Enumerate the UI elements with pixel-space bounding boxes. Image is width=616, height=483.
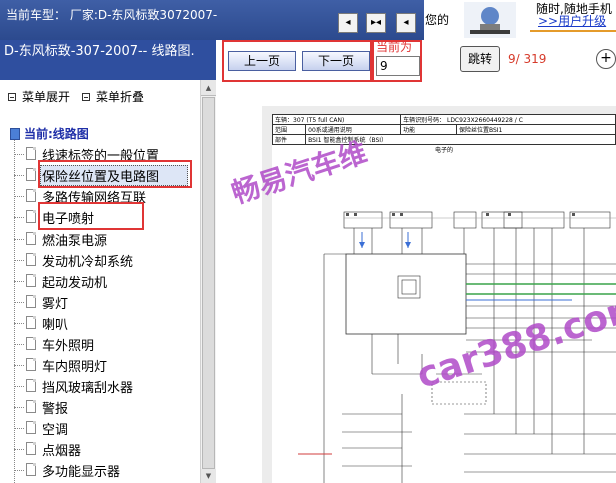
tree-connector — [14, 260, 24, 261]
collapse-label: 菜单折叠 — [96, 90, 145, 104]
nav-center-icon[interactable]: ▸◂ — [366, 13, 386, 33]
jump-button[interactable]: 跳转 — [460, 46, 500, 72]
tree-connector — [14, 470, 24, 471]
tree-item-label: 燃油泵电源 — [42, 234, 108, 249]
ad-divider — [530, 30, 616, 32]
tree-connector — [14, 196, 24, 197]
tree-connector — [14, 154, 24, 155]
tree-item[interactable]: 空调 — [14, 418, 200, 438]
tree-item[interactable]: 车外照明 — [14, 334, 200, 354]
document-icon — [26, 295, 36, 308]
document-icon — [26, 400, 36, 413]
tree-connector — [14, 386, 24, 387]
highlight-box-fuse — [38, 160, 192, 188]
tree-connector — [14, 449, 24, 450]
zoom-in-button[interactable]: + — [596, 49, 616, 69]
tree-item-label: 发动机冷却系统 — [42, 255, 134, 270]
tree-item[interactable]: 多功能显示器 — [14, 460, 200, 480]
document-icon — [26, 379, 36, 392]
scroll-up-arrow-icon[interactable]: ▲ — [201, 80, 216, 96]
collapse-menu-button[interactable]: 菜单折叠 — [82, 88, 144, 105]
nav-prev-icon[interactable]: ◂ — [338, 13, 358, 33]
tree-connector — [14, 217, 24, 218]
tree-connector — [14, 323, 24, 324]
current-car-label: 当前车型： 厂家:D-东风标致3072007- — [6, 8, 218, 22]
scroll-thumb[interactable] — [202, 97, 215, 469]
ad-banner: 您的 随时,随地手机 >>用户升级 — [424, 0, 616, 40]
expand-menu-button[interactable]: 菜单展开 — [8, 88, 70, 105]
tree-item[interactable]: 雾灯 — [14, 292, 200, 312]
document-icon — [26, 232, 36, 245]
tree-connector — [14, 344, 24, 345]
document-icon — [26, 358, 36, 371]
tree-item-label: 车外照明 — [42, 339, 95, 354]
tree-scrollbar[interactable]: ▲ ▼ — [200, 80, 216, 483]
tree-connector — [14, 239, 24, 240]
tree-root-label: 当前:线路图 — [24, 127, 89, 141]
tree-item-label: 挡风玻璃刮水器 — [42, 381, 134, 396]
tree-item-label: 起动发动机 — [42, 276, 108, 291]
tree-item[interactable]: 车内照明灯 — [14, 355, 200, 375]
menu-controls: 菜单展开 菜单折叠 — [0, 80, 200, 110]
highlight-box-injection — [38, 202, 144, 230]
tree-connector — [14, 365, 24, 366]
document-icon — [26, 147, 36, 160]
tree-connector — [14, 302, 24, 303]
tree-item-label: 点烟器 — [42, 444, 82, 459]
tree-item-label: 空调 — [42, 423, 69, 438]
document-icon — [26, 442, 36, 455]
document-icon — [26, 316, 36, 329]
nav-highlight-box: 上一页 下一页 — [222, 40, 372, 82]
tree-item[interactable]: 发动机冷却系统 — [14, 250, 200, 270]
tree-item[interactable]: 点烟器 — [14, 439, 200, 459]
document-icon — [26, 189, 36, 202]
scroll-down-arrow-icon[interactable]: ▼ — [201, 469, 216, 483]
ad-text-left: 您的 — [425, 13, 450, 27]
collapse-icon — [82, 93, 90, 101]
tree-item-label: 警报 — [42, 402, 69, 417]
tree-item[interactable]: 挡风玻璃刮水器 — [14, 376, 200, 396]
tree-item[interactable]: 起动发动机 — [14, 271, 200, 291]
document-icon — [26, 421, 36, 434]
tree-item-label: 喇叭 — [42, 318, 69, 333]
document-icon — [26, 168, 36, 181]
tree-item[interactable]: 喇叭 — [14, 313, 200, 333]
document-icon — [26, 337, 36, 350]
tree-item-label: 车内照明灯 — [42, 360, 108, 375]
tree-root[interactable]: 当前:线路图 — [10, 125, 89, 142]
page-count: 9/ 319 — [508, 52, 547, 66]
tree-item-label: 多功能显示器 — [42, 465, 121, 480]
upgrade-link[interactable]: >>用户升级 — [538, 12, 606, 29]
expand-icon — [8, 93, 16, 101]
tree-item[interactable]: 燃油泵电源 — [14, 229, 200, 249]
tree-connector — [14, 428, 24, 429]
left-panel-header: D-东风标致-307-2007-- 线路图. — [0, 40, 216, 80]
tree-connector — [14, 281, 24, 282]
current-page-label: 当前为 — [376, 40, 413, 54]
page-number-input[interactable] — [376, 56, 420, 76]
tree-connector — [14, 175, 24, 176]
nav-next-icon[interactable]: ◂ — [396, 13, 416, 33]
next-page-button[interactable]: 下一页 — [302, 51, 370, 71]
tree-item-label: 雾灯 — [42, 297, 69, 312]
top-bar: 当前车型： 厂家:D-东风标致3072007- ◂ ▸◂ ◂ 您的 随时,随地手… — [0, 0, 616, 40]
mascot-icon — [464, 2, 516, 38]
document-icon — [26, 463, 36, 476]
document-icon — [26, 210, 36, 223]
tree-item[interactable]: 警报 — [14, 397, 200, 417]
document-icon — [26, 274, 36, 287]
document-icon — [26, 253, 36, 266]
prev-page-button[interactable]: 上一页 — [228, 51, 296, 71]
expand-label: 菜单展开 — [22, 90, 71, 104]
book-icon — [10, 128, 20, 140]
tree-connector — [14, 407, 24, 408]
